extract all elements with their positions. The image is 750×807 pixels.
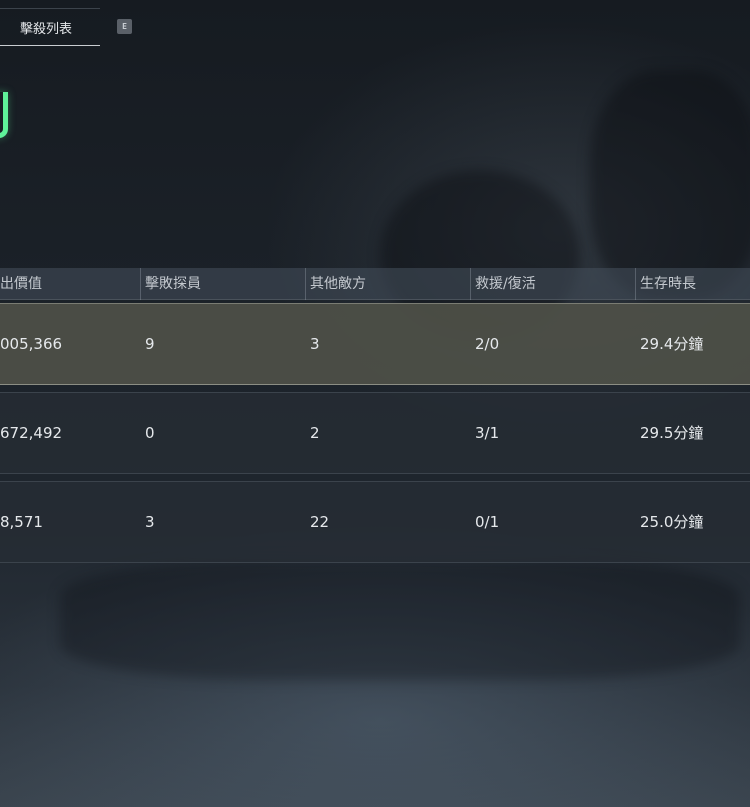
cell-survival-time: 29.5分鐘 [640, 424, 704, 442]
ground-debris-silhouette [60, 560, 740, 680]
table-row[interactable]: 672,492 0 2 3/1 29.5分鐘 [0, 392, 750, 474]
cell-survival-time: 25.0分鐘 [640, 513, 704, 531]
table-row[interactable]: 005,366 9 3 2/0 29.4分鐘 [0, 303, 750, 385]
rank-emblem-icon [0, 92, 8, 138]
cell-rescue-revive: 2/0 [475, 335, 500, 353]
table-header: 出價值 擊敗探員 其他敵方 救援/復活 生存時長 [0, 268, 750, 300]
keybind-hint-badge: E [117, 19, 132, 34]
header-other-enemies: 其他敵方 [305, 268, 366, 300]
cell-other-enemies: 2 [310, 424, 320, 442]
cell-value: 8,571 [0, 513, 43, 531]
header-agents-defeated: 擊敗探員 [140, 268, 201, 300]
table-row[interactable]: 8,571 3 22 0/1 25.0分鐘 [0, 481, 750, 563]
structure-silhouette [590, 70, 750, 300]
cell-rescue-revive: 3/1 [475, 424, 500, 442]
tab-kill-list[interactable]: 擊殺列表 [0, 8, 100, 46]
header-rescue-revive: 救援/復活 [470, 268, 536, 300]
cell-other-enemies: 22 [310, 513, 330, 531]
cell-agents-defeated: 0 [145, 424, 155, 442]
cell-survival-time: 29.4分鐘 [640, 335, 704, 353]
header-value: 出價值 [0, 276, 42, 292]
cell-value: 672,492 [0, 424, 63, 442]
cell-rescue-revive: 0/1 [475, 513, 500, 531]
cell-value: 005,366 [0, 335, 63, 353]
cell-agents-defeated: 3 [145, 513, 155, 531]
header-survival-time: 生存時長 [635, 268, 696, 300]
tab-kill-list-label: 擊殺列表 [20, 21, 73, 37]
cell-other-enemies: 3 [310, 335, 320, 353]
cell-agents-defeated: 9 [145, 335, 155, 353]
